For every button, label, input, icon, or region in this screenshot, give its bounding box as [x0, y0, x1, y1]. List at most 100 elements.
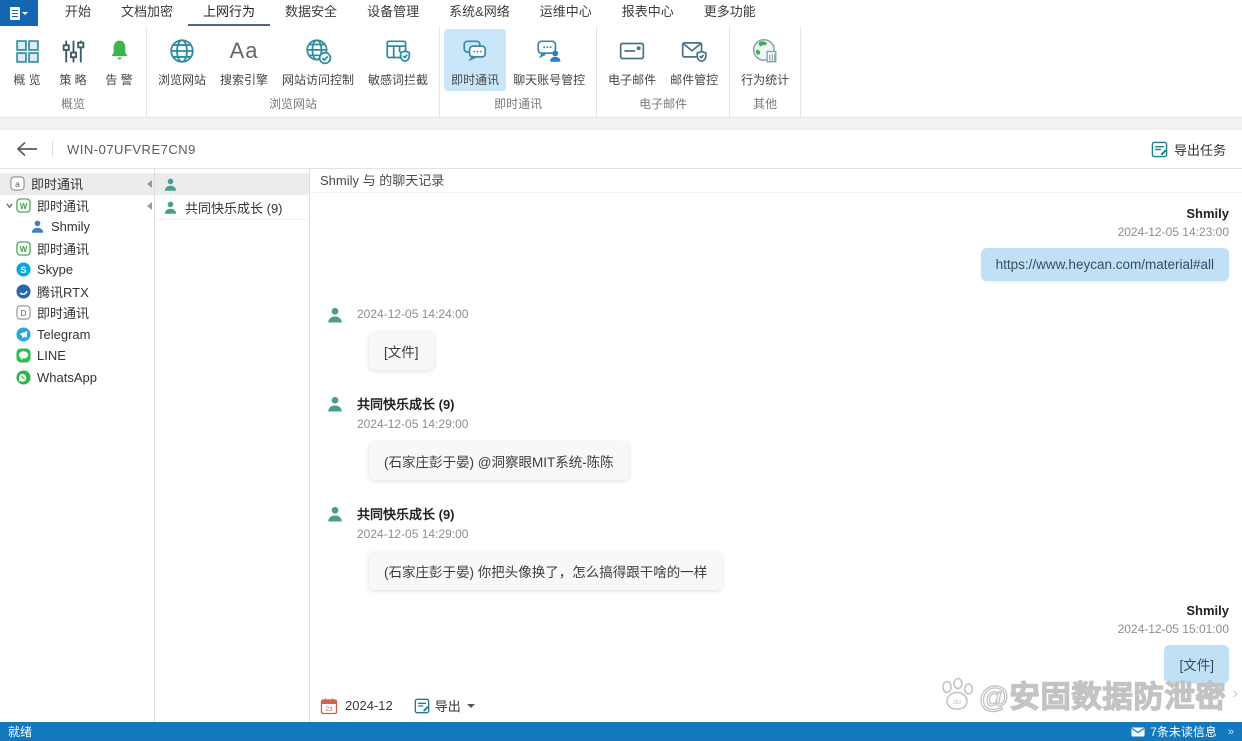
tab-internet-behavior[interactable]: 上网行为 — [188, 0, 271, 26]
collapse-pin-icon[interactable] — [147, 201, 152, 210]
tree-item-label: 即时通讯 — [37, 241, 90, 257]
svg-text:W: W — [20, 245, 28, 254]
group-user-icon — [164, 201, 177, 214]
overview-button[interactable]: 概 览 — [4, 29, 50, 91]
policy-button[interactable]: 策 略 — [50, 29, 96, 91]
tab-ops-center[interactable]: 运维中心 — [525, 0, 607, 26]
bell-icon — [106, 34, 133, 68]
chat-messages: Shmily 2024-12-05 14:23:00 https://www.h… — [310, 193, 1242, 722]
chat-user-icon — [535, 34, 563, 68]
tree-item-label: 即时通讯 — [37, 306, 90, 322]
browse-websites-button[interactable]: 浏览网站 — [151, 29, 213, 91]
im-app-d-icon: D — [16, 305, 31, 320]
month-picker[interactable]: 2024-12 — [345, 698, 393, 713]
tree-root-im[interactable]: a 即时通讯 — [0, 173, 154, 195]
sensitive-word-block-label: 敏感词拦截 — [368, 73, 429, 87]
website-access-control-label: 网站访问控制 — [282, 73, 355, 87]
mail-control-button[interactable]: 邮件管控 — [663, 29, 725, 91]
tree-item-label: 腾讯RTX — [37, 284, 89, 300]
group-label-other: 其他 — [753, 97, 778, 111]
tree-item-telegram[interactable]: Telegram — [0, 324, 154, 346]
svg-text:S: S — [21, 265, 27, 275]
main-content: a 即时通讯 W 即时通讯 Shmily W 即时通讯 S Skype 腾讯RT… — [0, 168, 1242, 722]
unread-messages[interactable]: 7条未读信息 — [1150, 723, 1217, 740]
aa-text-icon: Aa — [229, 38, 259, 63]
tree-item-shmily[interactable]: Shmily — [0, 216, 154, 238]
chat-message: 2024-12-05 14:24:00 [文件] — [310, 305, 1242, 370]
svg-text:23: 23 — [325, 706, 333, 713]
tree-item-line[interactable]: LINE — [0, 345, 154, 367]
statusbar-expander-icon[interactable]: » — [1228, 726, 1234, 738]
whatsapp-icon — [16, 370, 31, 385]
chat-panel: Shmily 与 的聊天记录 Shmily 2024-12-05 14:23:0… — [310, 169, 1242, 722]
tab-doc-encryption[interactable]: 文档加密 — [106, 0, 188, 26]
telegram-icon — [16, 327, 31, 342]
tree-item-rtx[interactable]: 腾讯RTX — [0, 281, 154, 303]
computer-name: WIN-07UFVRE7CN9 — [67, 141, 196, 157]
alert-label: 告 警 — [105, 73, 133, 87]
message-sender: 共同快乐成长 (9) — [357, 507, 455, 522]
alert-button[interactable]: 告 警 — [96, 29, 142, 91]
svg-text:W: W — [20, 202, 28, 211]
chevron-down-icon[interactable] — [3, 201, 15, 210]
message-sender: Shmily — [1186, 206, 1229, 221]
app-menu-button[interactable] — [0, 0, 38, 26]
browse-websites-label: 浏览网站 — [158, 73, 207, 87]
export-button[interactable]: 导出 — [414, 696, 475, 715]
tab-more-features[interactable]: 更多功能 — [689, 0, 771, 26]
globe-stats-icon — [751, 34, 779, 68]
chat-link-bubble[interactable]: https://www.heycan.com/material#all — [980, 248, 1229, 281]
instant-messaging-label: 即时通讯 — [451, 73, 500, 87]
wechat-icon: W — [16, 198, 31, 213]
tab-data-security[interactable]: 数据安全 — [270, 0, 352, 26]
calendar-icon[interactable]: 23 — [320, 697, 338, 715]
tree-item-label: Telegram — [37, 326, 91, 342]
tree-item-label: WhatsApp — [37, 369, 97, 385]
ribbon-gap-strip — [0, 118, 1242, 130]
collapse-pin-icon[interactable] — [147, 180, 152, 188]
chat-title: Shmily 与 的聊天记录 — [310, 169, 1242, 193]
message-bubble: [文件] — [369, 332, 434, 370]
chat-account-control-label: 聊天账号管控 — [513, 73, 586, 87]
avatar-icon — [328, 307, 342, 323]
tab-device-management[interactable]: 设备管理 — [352, 0, 434, 26]
tree-item-whatsapp[interactable]: WhatsApp — [0, 367, 154, 389]
export-task-icon — [1151, 141, 1168, 157]
tree-item-wechat2[interactable]: W 即时通讯 — [0, 238, 154, 260]
tree-item-wechat[interactable]: W 即时通讯 — [0, 195, 154, 217]
tree-item-skype[interactable]: S Skype — [0, 259, 154, 281]
message-bubble: (石家庄彭于晏) 你把头像换了，怎么搞得跟干啥的一样 — [369, 552, 723, 590]
group-label-browsing: 浏览网站 — [269, 97, 318, 111]
tree-item-dingtalk[interactable]: D 即时通讯 — [0, 302, 154, 324]
back-button[interactable] — [16, 141, 38, 157]
export-task-button[interactable]: 导出任务 — [1151, 140, 1226, 159]
search-engine-button[interactable]: Aa 搜索引擎 — [213, 29, 275, 91]
contact-group-row[interactable]: 共同快乐成长 (9) — [155, 195, 309, 220]
chat-account-control-button[interactable]: 聊天账号管控 — [506, 29, 592, 91]
policy-label: 策 略 — [59, 73, 87, 87]
behavior-stats-label: 行为统计 — [741, 73, 790, 87]
email-button[interactable]: 电子邮件 — [601, 29, 663, 91]
doc-shield-icon — [384, 34, 412, 68]
export-label: 导出 — [434, 699, 461, 714]
group-label-overview: 概览 — [60, 97, 85, 111]
sensitive-word-block-button[interactable]: 敏感词拦截 — [361, 29, 435, 91]
globe-icon — [168, 34, 196, 68]
message-time: 2024-12-05 14:29:00 — [357, 417, 469, 431]
search-engine-label: 搜索引擎 — [220, 73, 269, 87]
behavior-stats-button[interactable]: 行为统计 — [734, 29, 796, 91]
message-time: 2024-12-05 14:29:00 — [357, 527, 469, 541]
tab-report-center[interactable]: 报表中心 — [607, 0, 689, 26]
message-bubble: (石家庄彭于晏) @洞察眼MIT系统-陈陈 — [369, 442, 629, 480]
app-window: 开始 文档加密 上网行为 数据安全 设备管理 系统&网络 运维中心 报表中心 更… — [0, 0, 1242, 741]
message-sender: Shmily — [1186, 603, 1229, 618]
group-label-im: 即时通讯 — [494, 97, 543, 111]
ribbon-group-browsing: 浏览网站 Aa 搜索引擎 网站访问控制 敏感词拦截 浏览网站 — [147, 26, 441, 117]
instant-messaging-button[interactable]: 即时通讯 — [444, 29, 507, 91]
website-access-control-button[interactable]: 网站访问控制 — [275, 29, 361, 91]
tab-start[interactable]: 开始 — [50, 0, 106, 26]
chat-message: Shmily 2024-12-05 14:23:00 https://www.h… — [310, 206, 1242, 281]
svg-text:a: a — [15, 179, 20, 189]
tab-system-network[interactable]: 系统&网络 — [434, 0, 525, 26]
im-app-icon: a — [10, 176, 25, 191]
